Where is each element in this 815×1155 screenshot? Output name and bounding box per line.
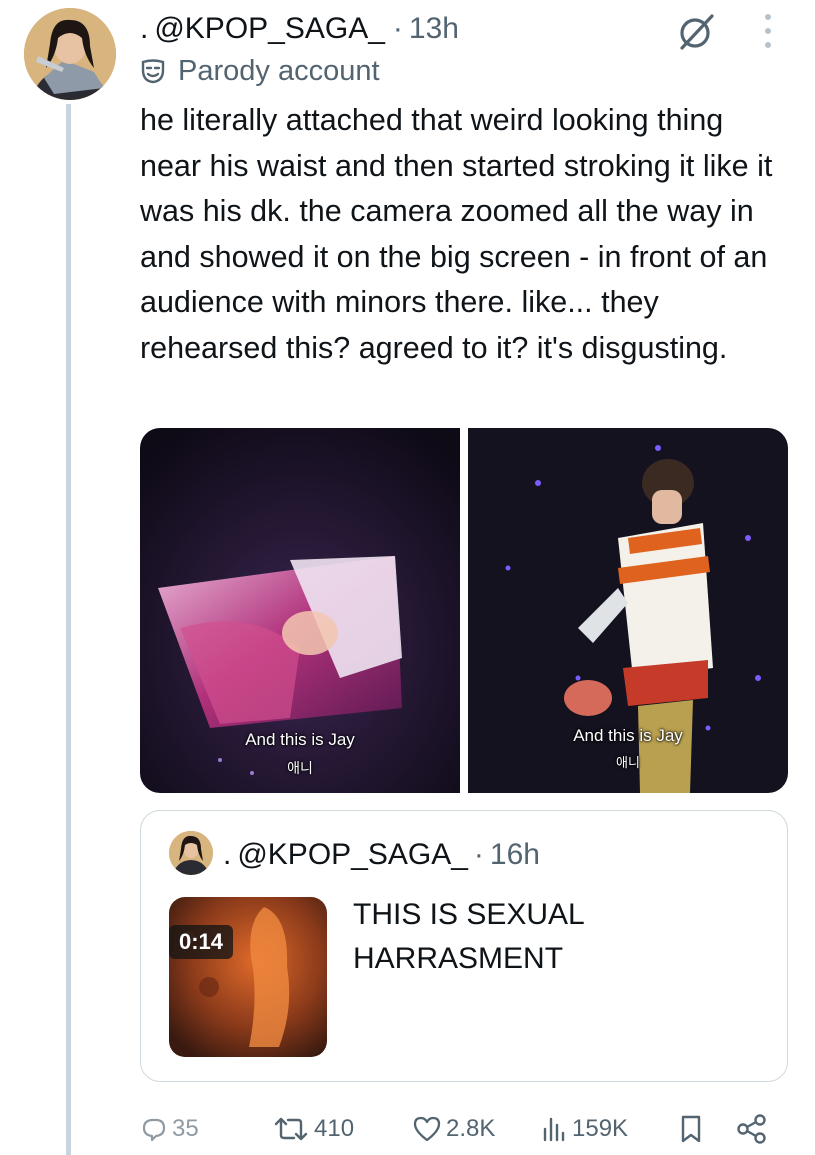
quoted-time[interactable]: 16h: [490, 838, 540, 872]
media-1-subcaption: 애니: [287, 760, 313, 776]
parody-label: Parody account: [140, 54, 380, 88]
share-icon: [737, 1114, 766, 1144]
views-button[interactable]: 159K: [540, 1108, 628, 1150]
quoted-separator: ·: [473, 838, 484, 871]
post-time[interactable]: 13h: [409, 12, 459, 46]
video-duration-badge: 0:14: [169, 925, 234, 959]
repost-icon: [274, 1117, 308, 1141]
like-count: 2.8K: [446, 1115, 496, 1142]
parody-label-text: Parody account: [178, 54, 380, 87]
heart-icon: [413, 1116, 441, 1142]
grok-icon[interactable]: [676, 12, 716, 52]
media-1-caption: And this is Jay: [245, 730, 355, 749]
bookmark-icon: [681, 1115, 701, 1143]
views-icon: [543, 1117, 565, 1142]
media-2-caption: And this is Jay: [573, 726, 683, 745]
quoted-author-avatar[interactable]: [169, 831, 213, 875]
quoted-handle-prefix: .: [223, 838, 232, 871]
author-handle[interactable]: @KPOP_SAGA_: [154, 12, 385, 46]
reply-icon: [142, 1118, 166, 1142]
like-button[interactable]: 2.8K: [412, 1108, 495, 1150]
post-text: he literally attached that weird looking…: [140, 103, 773, 365]
quoted-post[interactable]: . @KPOP_SAGA_ · 16h 0:14 THIS IS SEXUAL …: [140, 810, 788, 1082]
share-button[interactable]: [736, 1108, 768, 1150]
parody-mask-icon: [141, 59, 165, 84]
quoted-header: . @KPOP_SAGA_ · 16h: [223, 835, 540, 875]
more-icon[interactable]: [755, 10, 781, 52]
quoted-text: THIS IS SEXUAL HARRASMENT: [353, 898, 584, 975]
media-image-2[interactable]: And this is Jay 애니: [468, 428, 788, 793]
reply-button[interactable]: 35: [140, 1108, 199, 1150]
author-handle-prefix: .: [140, 12, 149, 45]
bookmark-button[interactable]: [678, 1108, 704, 1150]
repost-count: 410: [314, 1115, 355, 1142]
action-bar: 35 410 2.8K 159K: [140, 1108, 788, 1150]
quoted-video-thumbnail[interactable]: [169, 897, 327, 1057]
author-avatar[interactable]: [24, 8, 116, 100]
separator-dot: ·: [392, 12, 403, 45]
reply-count: 35: [172, 1115, 199, 1142]
views-count: 159K: [572, 1115, 629, 1142]
thread-line: [66, 104, 71, 1155]
quoted-handle[interactable]: @KPOP_SAGA_: [237, 838, 468, 872]
media-image-1[interactable]: And this is Jay 애니: [140, 428, 460, 793]
media-2-subcaption: 애니: [616, 755, 640, 770]
post-media[interactable]: And this is Jay 애니 And this is Jay 애니: [140, 428, 788, 793]
repost-button[interactable]: 410: [272, 1108, 354, 1150]
